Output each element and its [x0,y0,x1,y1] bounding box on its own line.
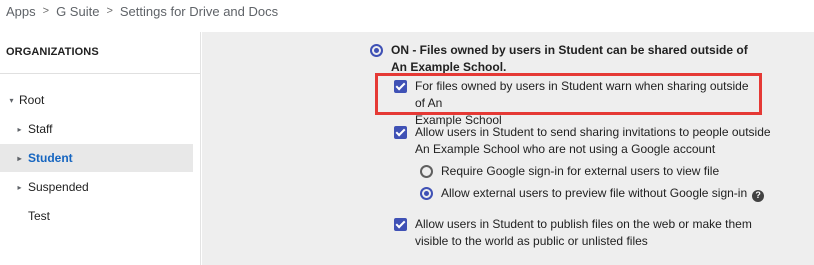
org-sidebar: ORGANIZATIONS ▾ Root ▸ Staff ▸ Student ▸… [0,32,201,265]
chevron-right-icon: > [106,5,113,17]
invite-external-line2: An Example School who are not using a Go… [415,142,716,156]
publish-files-label: Allow users in Student to publish files … [415,216,752,250]
allow-preview-option[interactable]: Allow external users to preview file wit… [420,185,790,202]
organizations-header: ORGANIZATIONS [6,46,99,58]
breadcrumb-gsuite[interactable]: G Suite [56,4,99,19]
org-item-label: Student [28,151,73,165]
invite-external-label: Allow users in Student to send sharing i… [415,124,771,158]
breadcrumb: Apps > G Suite > Settings for Drive and … [6,3,278,19]
allow-preview-radio[interactable] [420,187,433,200]
caret-down-icon[interactable]: ▾ [6,96,17,105]
org-item-label: Staff [28,122,53,136]
caret-right-icon[interactable]: ▸ [14,154,25,163]
org-item-label: Root [19,93,45,107]
org-item-student[interactable]: ▸ Student [0,144,193,172]
breadcrumb-apps[interactable]: Apps [6,4,36,19]
org-item-staff[interactable]: ▸ Staff [0,115,193,143]
invite-external-checkbox[interactable] [394,126,407,139]
require-signin-label: Require Google sign-in for external user… [441,164,720,178]
invite-external-option[interactable]: Allow users in Student to send sharing i… [394,124,774,158]
allow-preview-text: Allow external users to preview file wit… [441,186,748,200]
org-item-test[interactable]: Test [0,202,193,230]
sharing-on-radio[interactable] [370,44,383,57]
org-item-root[interactable]: ▾ Root [0,86,193,114]
require-signin-option[interactable]: Require Google sign-in for external user… [420,163,780,180]
chevron-right-icon: > [42,5,50,17]
sharing-on-label: ON - Files owned by users in Student can… [391,43,748,74]
highlight-annotation [375,73,762,115]
require-signin-radio[interactable] [420,165,433,178]
help-icon[interactable]: ? [752,189,765,202]
breadcrumb-current: Settings for Drive and Docs [119,3,279,19]
sharing-on-option[interactable]: ON - Files owned by users in Student can… [370,42,770,76]
publish-files-option[interactable]: Allow users in Student to publish files … [394,216,774,250]
publish-files-checkbox[interactable] [394,218,407,231]
org-item-suspended[interactable]: ▸ Suspended [0,173,193,201]
org-item-label: Test [28,209,51,223]
invite-external-line1: Allow users in Student to send sharing i… [415,125,771,139]
caret-right-icon[interactable]: ▸ [14,183,25,192]
publish-files-line2: visible to the world as public or unlist… [415,234,648,248]
publish-files-line1: Allow users in Student to publish files … [415,217,752,231]
divider [0,73,200,74]
org-item-label: Suspended [28,180,89,194]
allow-preview-label: Allow external users to preview file wit… [441,185,765,202]
caret-right-icon[interactable]: ▸ [14,125,25,134]
